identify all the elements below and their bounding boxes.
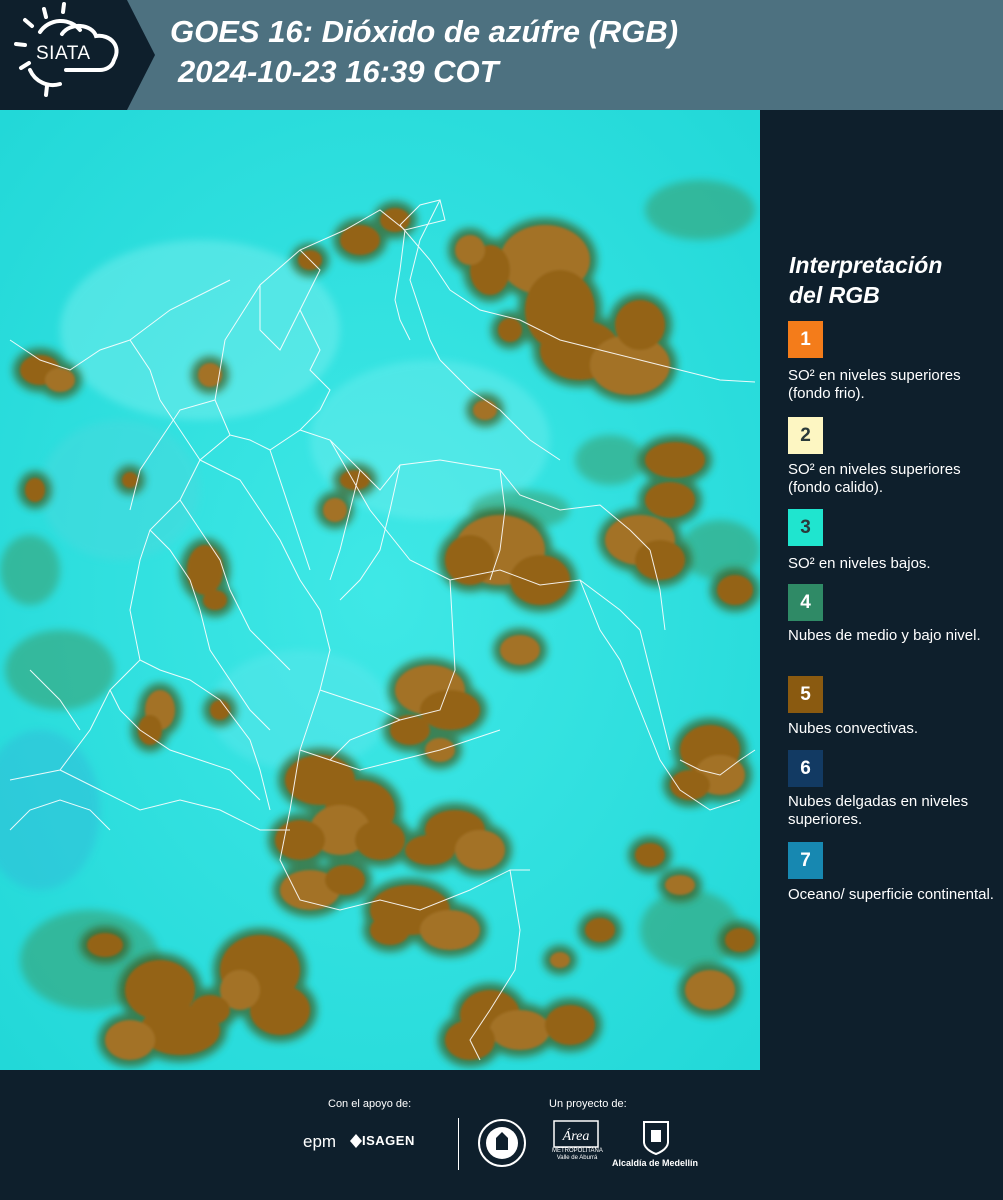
legend-title-line2: del RGB bbox=[789, 282, 880, 308]
legend-swatch-3: 3 bbox=[788, 509, 823, 546]
convective-cloud bbox=[717, 575, 753, 605]
convective-cloud bbox=[585, 918, 615, 942]
convective-cloud bbox=[420, 910, 480, 950]
convective-cloud bbox=[405, 835, 455, 865]
area-metropolitana-logo-icon: Área bbox=[553, 1120, 599, 1148]
legend-panel: Interpretación del RGB 1 SO² en niveles s… bbox=[760, 110, 1003, 1070]
siata-logo-text: SIATA bbox=[36, 43, 91, 64]
legend-item-text-2: SO² en niveles superiores (fondo calido)… bbox=[788, 461, 961, 496]
epm-logo: epm bbox=[303, 1132, 337, 1151]
convective-cloud bbox=[500, 635, 540, 665]
legend-swatch-7: 7 bbox=[788, 842, 823, 879]
convective-cloud bbox=[498, 318, 522, 342]
isagen-icon bbox=[350, 1134, 362, 1148]
convective-cloud bbox=[645, 442, 705, 478]
convective-cloud bbox=[473, 400, 497, 420]
convective-cloud bbox=[390, 715, 430, 745]
footer: Con el apoyo de: Un proyecto de: epm ISA… bbox=[0, 1070, 1003, 1200]
satellite-map bbox=[0, 110, 760, 1070]
convective-cloud bbox=[370, 915, 410, 945]
convective-cloud bbox=[670, 770, 710, 800]
footer-separator bbox=[458, 1118, 459, 1170]
convective-cloud bbox=[550, 952, 570, 968]
convective-cloud bbox=[190, 995, 230, 1025]
convective-cloud bbox=[635, 843, 665, 867]
convective-cloud bbox=[340, 470, 370, 490]
legend-title-line1: Interpretación bbox=[789, 252, 943, 278]
convective-cloud bbox=[510, 555, 570, 605]
convective-cloud bbox=[105, 1020, 155, 1060]
convective-cloud bbox=[455, 235, 485, 265]
convective-cloud bbox=[445, 535, 495, 585]
convective-cloud bbox=[45, 368, 75, 392]
legend-item-text-4: Nubes de medio y bajo nivel. bbox=[788, 627, 981, 644]
map-title: GOES 16: Dióxido de azúfre (RGB) bbox=[170, 14, 679, 49]
convective-cloud bbox=[275, 820, 325, 860]
legend-swatch-1: 1 bbox=[788, 321, 823, 358]
legend-swatch-4: 4 bbox=[788, 584, 823, 621]
convective-cloud bbox=[87, 933, 123, 957]
legend-item-text-5: Nubes convectivas. bbox=[788, 720, 919, 737]
convective-cloud bbox=[355, 820, 405, 860]
legend-swatch-6: 6 bbox=[788, 750, 823, 787]
convective-cloud bbox=[323, 498, 347, 522]
isagen-logo: ISAGEN bbox=[362, 1133, 415, 1148]
convective-cloud bbox=[325, 865, 365, 895]
support-label: Con el apoyo de: bbox=[328, 1098, 412, 1110]
map-timestamp: 2024-10-23 16:39 COT bbox=[178, 54, 499, 89]
project-label: Un proyecto de: bbox=[549, 1098, 627, 1110]
legend-swatch-5: 5 bbox=[788, 676, 823, 713]
legend-item-text-7: Oceano/ superficie continental. bbox=[788, 886, 994, 903]
convective-cloud bbox=[615, 300, 665, 350]
convective-cloud bbox=[203, 590, 227, 610]
convective-cloud bbox=[635, 540, 685, 580]
convective-cloud bbox=[420, 690, 480, 730]
legend-item-text-1: SO² en niveles superiores (fondo frio). bbox=[788, 367, 961, 402]
convective-cloud bbox=[25, 478, 45, 502]
convective-cloud bbox=[665, 875, 695, 895]
alcaldia-medellin-logo: Alcaldía de Medellín bbox=[612, 1158, 699, 1168]
convective-cloud bbox=[545, 1005, 595, 1045]
legend-item-text-6: Nubes delgadas en niveles superiores. bbox=[788, 793, 969, 828]
siata-logo: SIATA bbox=[0, 0, 155, 110]
medellin-shield-icon bbox=[643, 1121, 669, 1156]
area-metropolitana-caption: METROPOLITANA Valle de Aburrá bbox=[552, 1148, 603, 1161]
legend-swatch-2: 2 bbox=[788, 417, 823, 454]
legend-item-text-3: SO² en niveles bajos. bbox=[788, 555, 931, 572]
convective-cloud bbox=[138, 715, 162, 745]
header: SIATA GOES 16: Dióxido de azúfre (RGB) 2… bbox=[0, 0, 1003, 110]
university-seal-icon bbox=[478, 1119, 526, 1167]
convective-cloud bbox=[455, 830, 505, 870]
convective-cloud bbox=[725, 928, 755, 952]
convective-cloud bbox=[685, 970, 735, 1010]
convective-cloud bbox=[645, 482, 695, 518]
legend-title: Interpretación del RGB bbox=[789, 250, 989, 310]
convective-cloud bbox=[490, 1010, 550, 1050]
area-logo-text: Área bbox=[562, 1127, 590, 1144]
convective-cloud bbox=[198, 363, 222, 387]
